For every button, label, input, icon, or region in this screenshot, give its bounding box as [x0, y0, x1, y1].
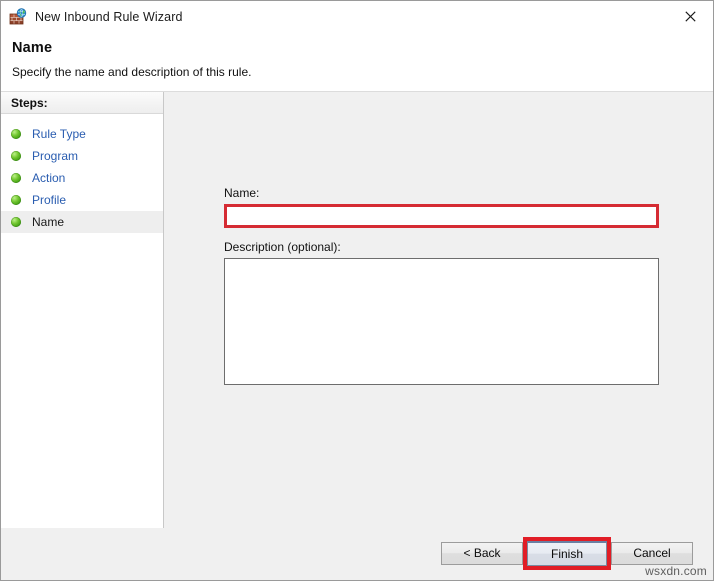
finish-button-highlight-annotation: Finish — [523, 537, 611, 570]
description-label: Description (optional): — [224, 240, 341, 254]
green-sphere-icon — [11, 195, 21, 205]
name-input[interactable] — [227, 207, 656, 225]
description-field-group: Description (optional): — [224, 240, 659, 385]
green-sphere-icon — [11, 129, 21, 139]
name-field-highlight-annotation — [224, 204, 659, 228]
firewall-globe-icon — [9, 7, 27, 26]
page-title: Name — [12, 40, 53, 56]
content-pane: Name: Description (optional): — [164, 92, 713, 528]
green-sphere-icon — [11, 217, 21, 227]
sidebar-item-label: Rule Type — [32, 127, 86, 141]
finish-button[interactable]: Finish — [527, 541, 607, 566]
window-title: New Inbound Rule Wizard — [35, 9, 183, 24]
close-icon[interactable] — [668, 1, 713, 31]
steps-list: Rule Type Program Action Profile Name — [1, 114, 163, 233]
cancel-button[interactable]: Cancel — [611, 542, 693, 565]
steps-sidebar: Steps: Rule Type Program Action Profile — [1, 92, 164, 528]
sidebar-item-label: Action — [32, 171, 66, 185]
description-textarea[interactable] — [224, 258, 659, 385]
sidebar-item-label: Profile — [32, 193, 67, 207]
green-sphere-icon — [11, 151, 21, 161]
sidebar-item-program[interactable]: Program — [1, 145, 163, 167]
sidebar-item-profile[interactable]: Profile — [1, 189, 163, 211]
watermark: wsxdn.com — [645, 564, 707, 578]
new-inbound-rule-wizard-window: New Inbound Rule Wizard Name Specify the… — [0, 0, 714, 581]
page-subtitle: Specify the name and description of this… — [12, 65, 252, 79]
name-label: Name: — [224, 186, 260, 200]
sidebar-item-rule-type[interactable]: Rule Type — [1, 123, 163, 145]
sidebar-item-action[interactable]: Action — [1, 167, 163, 189]
title-bar: New Inbound Rule Wizard — [1, 1, 713, 32]
sidebar-item-label: Program — [32, 149, 79, 163]
sidebar-item-name[interactable]: Name — [1, 211, 163, 233]
sidebar-item-label: Name — [32, 215, 65, 229]
name-field-group: Name: — [224, 186, 659, 228]
steps-heading: Steps: — [1, 92, 163, 114]
page-header: Name Specify the name and description of… — [1, 32, 713, 92]
wizard-body: Steps: Rule Type Program Action Profile — [1, 92, 713, 528]
green-sphere-icon — [11, 173, 21, 183]
back-button[interactable]: < Back — [441, 542, 523, 565]
wizard-footer: < Back Finish Cancel wsxdn.com — [1, 528, 713, 580]
